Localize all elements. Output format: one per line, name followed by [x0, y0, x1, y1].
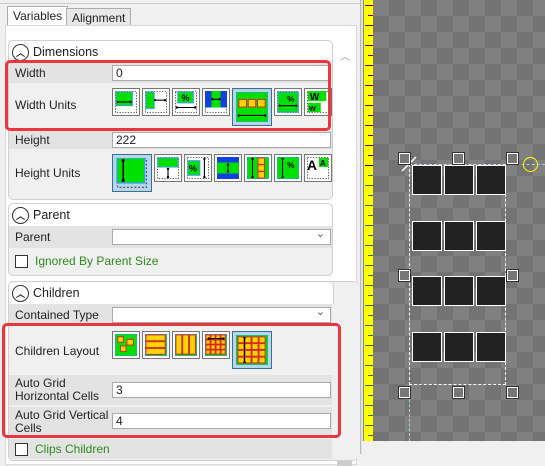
- collapse-icon[interactable]: ︿: [12, 284, 29, 302]
- percent-parent-height-icon: %: [187, 157, 209, 179]
- child-cell[interactable]: [476, 332, 506, 362]
- parent-dropdown[interactable]: [112, 227, 331, 245]
- parent-title: Parent: [33, 208, 70, 222]
- svg-text:%: %: [287, 161, 295, 170]
- ruler-tick: [365, 385, 373, 386]
- ruler-tick: [365, 45, 373, 46]
- child-cell[interactable]: [444, 165, 474, 195]
- ruler-tick: [365, 285, 373, 286]
- ruler-tick: [365, 325, 373, 326]
- vertical-ruler: [363, 0, 373, 441]
- ruler-tick: [365, 25, 373, 26]
- fill-remaining-height-icon: [157, 157, 179, 179]
- scale-text-height-icon: AA: [307, 157, 329, 179]
- ruler-tick: [365, 405, 373, 406]
- svg-text:%: %: [189, 164, 197, 174]
- height-units-option[interactable]: [214, 154, 242, 182]
- tab-variables[interactable]: Variables: [7, 6, 69, 26]
- height-units-option[interactable]: %: [274, 154, 302, 182]
- child-cell[interactable]: [412, 165, 442, 195]
- child-cell[interactable]: [412, 221, 442, 251]
- resize-handle[interactable]: [506, 269, 519, 282]
- resize-handle[interactable]: [452, 386, 465, 399]
- svg-text:A: A: [320, 159, 326, 168]
- resize-handle[interactable]: [452, 152, 465, 165]
- checkbox-box[interactable]: [15, 254, 28, 268]
- ruler-tick: [365, 305, 373, 306]
- dimensions-title: Dimensions: [33, 45, 99, 59]
- child-cell[interactable]: [476, 221, 506, 251]
- scroll-up-icon[interactable]: ︿: [340, 48, 350, 63]
- svg-text:A: A: [307, 158, 317, 173]
- percent-other-height-icon: %: [277, 157, 299, 179]
- ruler-tick: [365, 125, 373, 126]
- parent-label: Parent: [15, 229, 51, 244]
- resize-handle[interactable]: [398, 269, 411, 282]
- resize-handle[interactable]: [398, 152, 411, 165]
- relative-to-children-height-icon: [247, 157, 269, 179]
- parent-group: ︿ Parent Parent Ignored By Parent Size: [8, 203, 333, 276]
- ruler-tick: [365, 145, 373, 146]
- children-title: Children: [33, 286, 80, 300]
- contained-type-label: Contained Type: [15, 307, 99, 322]
- height-units-picker: %% A A: [112, 154, 332, 192]
- ruler-tick: [365, 365, 373, 366]
- height-units-option[interactable]: [244, 154, 272, 182]
- child-cell[interactable]: [476, 276, 506, 306]
- ruler-tick: [365, 65, 373, 66]
- child-cell[interactable]: [444, 276, 474, 306]
- design-canvas[interactable]: [373, 0, 545, 441]
- contained-type-dropdown[interactable]: [112, 305, 331, 323]
- top-strip: [0, 0, 360, 4]
- ignored-by-parent-checkbox[interactable]: Ignored By Parent Size: [9, 254, 158, 268]
- ruler-tick: [365, 85, 373, 86]
- height-units-label: Height Units: [15, 165, 81, 180]
- collapse-icon[interactable]: ︿: [12, 206, 29, 224]
- rotation-handle-icon[interactable]: [523, 157, 538, 172]
- ruler-tick: [365, 245, 373, 246]
- ruler-tick: [365, 165, 373, 166]
- ruler-tick: [365, 225, 373, 226]
- ruler-tick: [365, 345, 373, 346]
- ignored-by-parent-label: Ignored By Parent Size: [35, 254, 159, 268]
- child-cell[interactable]: [412, 276, 442, 306]
- status-strip: [362, 441, 545, 454]
- child-cell[interactable]: [444, 221, 474, 251]
- tab-alignment[interactable]: Alignment: [66, 8, 132, 26]
- ruler-tick: [365, 425, 373, 426]
- highlight-box-children: [2, 323, 341, 438]
- height-units-option-selected[interactable]: [112, 154, 152, 192]
- child-cell[interactable]: [412, 332, 442, 362]
- collapse-icon[interactable]: ︿: [12, 43, 29, 61]
- highlight-box-width: [5, 60, 331, 131]
- height-label: Height: [15, 132, 50, 147]
- child-cell[interactable]: [444, 332, 474, 362]
- height-input[interactable]: 222: [112, 132, 331, 148]
- resize-handle[interactable]: [506, 152, 519, 165]
- resize-handle[interactable]: [506, 386, 519, 399]
- ruler-tick: [365, 5, 373, 6]
- parent-minus-height-icon: [217, 157, 239, 179]
- height-units-option[interactable]: %: [184, 154, 212, 182]
- resize-handle[interactable]: [398, 386, 411, 399]
- height-units-option[interactable]: [154, 154, 182, 182]
- height-units-option[interactable]: AA: [304, 154, 332, 182]
- child-cell[interactable]: [476, 165, 506, 195]
- ruler-tick: [365, 105, 373, 106]
- ruler-tick: [365, 265, 373, 266]
- fixed-height-icon: [116, 158, 147, 188]
- ruler-tick: [365, 205, 373, 206]
- ruler-tick: [365, 185, 373, 186]
